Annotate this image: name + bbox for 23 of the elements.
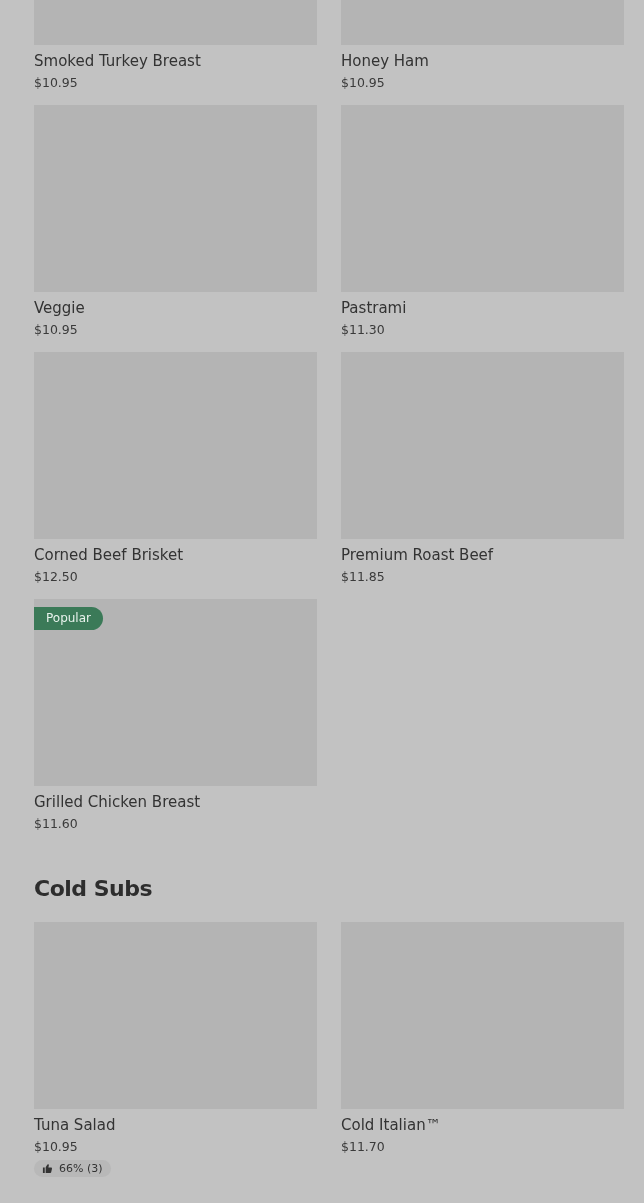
item-name[interactable]: Grilled Chicken Breast — [34, 792, 317, 812]
item-price: $11.60 — [34, 815, 79, 833]
item-price: $10.95 — [34, 321, 79, 339]
popular-badge: Popular — [34, 607, 103, 630]
item-price: $10.95 — [34, 74, 79, 92]
section-heading: Cold Subs — [34, 875, 154, 903]
item-name[interactable]: Cold Italian™ — [341, 1115, 624, 1135]
item-price: $12.50 — [34, 568, 79, 586]
item-name[interactable]: Pastrami — [341, 298, 624, 318]
item-name[interactable]: Smoked Turkey Breast — [34, 51, 317, 71]
item-name[interactable]: Tuna Salad — [34, 1115, 317, 1135]
item-price: $11.85 — [341, 568, 386, 586]
thumbs-up-icon — [42, 1163, 53, 1174]
item-price: $10.95 — [34, 1138, 79, 1156]
item-name[interactable]: Veggie — [34, 298, 317, 318]
item-name[interactable]: Honey Ham — [341, 51, 624, 71]
item-price: $11.30 — [341, 321, 386, 339]
item-price: $10.95 — [341, 74, 386, 92]
item-name[interactable]: Premium Roast Beef — [341, 545, 624, 565]
rating-text: 66% (3) — [59, 1162, 103, 1175]
item-price: $11.70 — [341, 1138, 386, 1156]
item-name[interactable]: Corned Beef Brisket — [34, 545, 317, 565]
image-placeholder[interactable] — [34, 599, 317, 786]
